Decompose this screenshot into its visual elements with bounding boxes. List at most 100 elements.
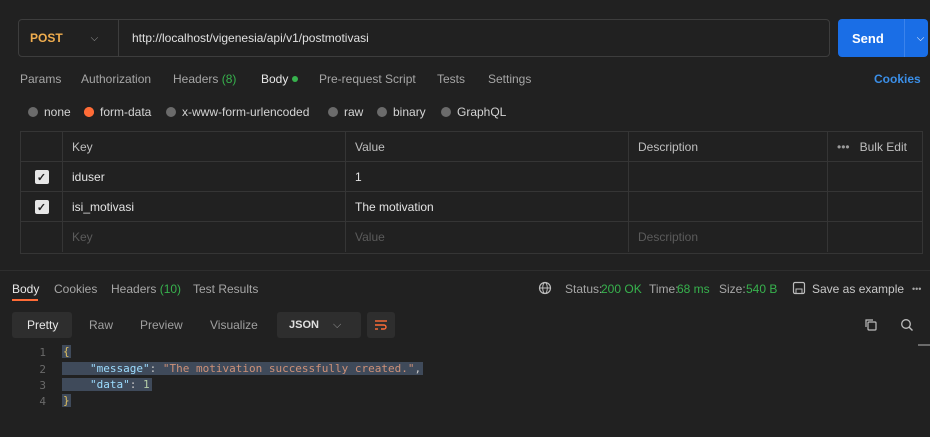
chevron-down-icon: ⌵ bbox=[90, 32, 99, 44]
table-header-row: Key Value Description ••• Bulk Edit bbox=[21, 132, 922, 162]
wrap-glyph bbox=[375, 320, 387, 330]
tab-headers[interactable]: Headers (8) bbox=[173, 72, 236, 86]
copy-icon[interactable] bbox=[864, 318, 878, 332]
value-cell[interactable]: The motivation bbox=[346, 192, 629, 222]
more-icon[interactable]: ••• bbox=[837, 140, 850, 154]
format-label: JSON bbox=[289, 319, 319, 331]
tab-authorization[interactable]: Authorization bbox=[81, 72, 151, 86]
more-options-icon[interactable]: ••• bbox=[912, 284, 921, 294]
key-cell[interactable]: isi_motivasi bbox=[63, 192, 346, 222]
response-tab-headers-label: Headers bbox=[111, 282, 157, 296]
response-tab-test-results[interactable]: Test Results bbox=[193, 282, 258, 296]
description-placeholder-cell[interactable]: Description bbox=[629, 222, 828, 252]
row-checkbox-cell: ✓ bbox=[21, 192, 63, 222]
body-type-label: GraphQL bbox=[457, 105, 507, 119]
body-type-form-data[interactable]: form-data bbox=[84, 105, 151, 119]
radio-icon bbox=[328, 107, 338, 117]
radio-icon bbox=[377, 107, 387, 117]
radio-icon bbox=[166, 107, 176, 117]
description-cell[interactable] bbox=[629, 192, 828, 222]
body-type-binary[interactable]: binary bbox=[377, 105, 426, 119]
time-value[interactable]: 68 ms bbox=[677, 282, 710, 296]
chevron-down-icon[interactable]: ⌵ bbox=[917, 33, 925, 44]
close-brace: } bbox=[63, 394, 70, 407]
active-dot-icon bbox=[292, 76, 299, 82]
bulk-edit-cell: ••• Bulk Edit bbox=[828, 132, 922, 162]
response-view-bar: Pretty Raw Preview Visualize JSON ⌵ bbox=[12, 312, 918, 340]
response-headers-count: (10) bbox=[159, 282, 182, 296]
body-type-label: x-www-form-urlencoded bbox=[182, 105, 310, 119]
form-data-table: Key Value Description ••• Bulk Edit ✓ id… bbox=[20, 131, 923, 254]
tab-params[interactable]: Params bbox=[20, 72, 61, 86]
url-bar: POST ⌵ http://localhost/vigenesia/api/v1… bbox=[18, 19, 830, 57]
url-input[interactable]: http://localhost/vigenesia/api/v1/postmo… bbox=[119, 31, 369, 45]
tab-settings[interactable]: Settings bbox=[488, 72, 531, 86]
view-visualize[interactable]: Visualize bbox=[210, 312, 258, 338]
response-tab-headers[interactable]: Headers (10) bbox=[111, 282, 181, 296]
line-number: 4 bbox=[39, 395, 46, 408]
view-raw[interactable]: Raw bbox=[89, 312, 113, 338]
response-tab-body[interactable]: Body bbox=[12, 282, 39, 296]
send-divider bbox=[903, 19, 905, 57]
send-label: Send bbox=[852, 30, 884, 46]
description-cell[interactable] bbox=[629, 162, 828, 192]
checkbox-checked-icon[interactable]: ✓ bbox=[34, 200, 49, 214]
value-cell[interactable]: 1 bbox=[346, 162, 629, 192]
line-number: 1 bbox=[39, 346, 46, 359]
tab-headers-label: Headers bbox=[173, 72, 219, 86]
json-key: "message" bbox=[90, 362, 150, 375]
save-as-example-button[interactable]: Save as example bbox=[812, 282, 904, 296]
checkbox-checked-icon[interactable]: ✓ bbox=[34, 170, 49, 184]
body-type-graphql[interactable]: GraphQL bbox=[441, 105, 506, 119]
response-divider[interactable] bbox=[0, 270, 930, 271]
tab-prerequest-script[interactable]: Pre-request Script bbox=[319, 72, 416, 86]
method-select[interactable]: POST ⌵ bbox=[19, 20, 119, 56]
send-button[interactable]: Send ⌵ bbox=[838, 19, 928, 57]
key-placeholder-cell[interactable]: Key bbox=[63, 222, 346, 252]
tab-tests[interactable]: Tests bbox=[437, 72, 465, 86]
body-type-label: none bbox=[44, 105, 71, 119]
body-type-urlencoded[interactable]: x-www-form-urlencoded bbox=[166, 105, 309, 119]
view-preview[interactable]: Preview bbox=[140, 312, 183, 338]
size-value[interactable]: 540 B bbox=[746, 282, 777, 296]
status-value[interactable]: 200 OK bbox=[601, 282, 642, 296]
radio-selected-icon bbox=[84, 107, 94, 117]
json-key: "data" bbox=[90, 378, 130, 391]
search-icon[interactable] bbox=[900, 318, 914, 332]
chevron-down-icon: ⌵ bbox=[332, 318, 342, 331]
row-checkbox-cell: ✓ bbox=[21, 162, 63, 192]
line-number: 3 bbox=[39, 379, 46, 392]
table-row-new: Key Value Description bbox=[21, 222, 922, 252]
key-cell[interactable]: iduser bbox=[63, 162, 346, 192]
radio-icon bbox=[441, 107, 451, 117]
bulk-edit-link[interactable]: Bulk Edit bbox=[860, 140, 907, 154]
table-row: ✓ isi_motivasi The motivation bbox=[21, 192, 922, 222]
code-line-3: "data": 1 bbox=[62, 378, 152, 391]
column-header-key: Key bbox=[63, 132, 346, 162]
body-type-raw[interactable]: raw bbox=[328, 105, 363, 119]
response-body-editor[interactable]: 1 2 3 4 { "message": "The motivation suc… bbox=[0, 344, 930, 414]
line-number: 2 bbox=[39, 363, 46, 376]
body-type-label: form-data bbox=[100, 105, 152, 119]
empty-cell bbox=[828, 162, 922, 192]
wrap-lines-icon[interactable] bbox=[367, 312, 395, 338]
column-header-description: Description bbox=[629, 132, 828, 162]
tab-body[interactable]: Body bbox=[261, 72, 299, 86]
body-type-label: binary bbox=[393, 105, 426, 119]
body-type-none[interactable]: none bbox=[28, 105, 71, 119]
format-select[interactable]: JSON ⌵ bbox=[277, 312, 361, 338]
column-header-value: Value bbox=[346, 132, 629, 162]
globe-icon[interactable] bbox=[538, 281, 552, 295]
code-line-1: { bbox=[62, 345, 71, 358]
cookies-link[interactable]: Cookies bbox=[874, 72, 921, 86]
code-line-4: } bbox=[62, 394, 71, 407]
json-number-value: 1 bbox=[143, 378, 150, 391]
size-label: Size: bbox=[719, 282, 746, 296]
row-checkbox-cell bbox=[21, 222, 63, 252]
view-pretty[interactable]: Pretty bbox=[12, 312, 72, 338]
table-row: ✓ iduser 1 bbox=[21, 162, 922, 192]
json-string-value: "The motivation successfully created." bbox=[162, 362, 415, 375]
response-tab-cookies[interactable]: Cookies bbox=[54, 282, 97, 296]
value-placeholder-cell[interactable]: Value bbox=[346, 222, 629, 252]
headers-count: (8) bbox=[221, 72, 237, 86]
